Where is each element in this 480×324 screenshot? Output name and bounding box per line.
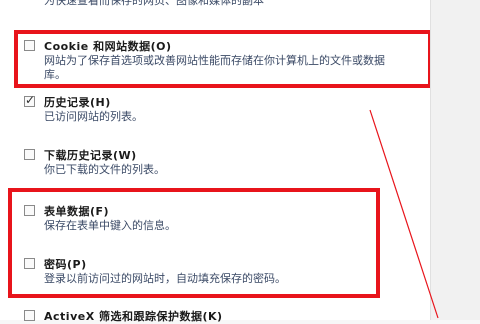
annotation-arrow [369, 109, 439, 319]
annotation-arrow-line [369, 109, 439, 319]
